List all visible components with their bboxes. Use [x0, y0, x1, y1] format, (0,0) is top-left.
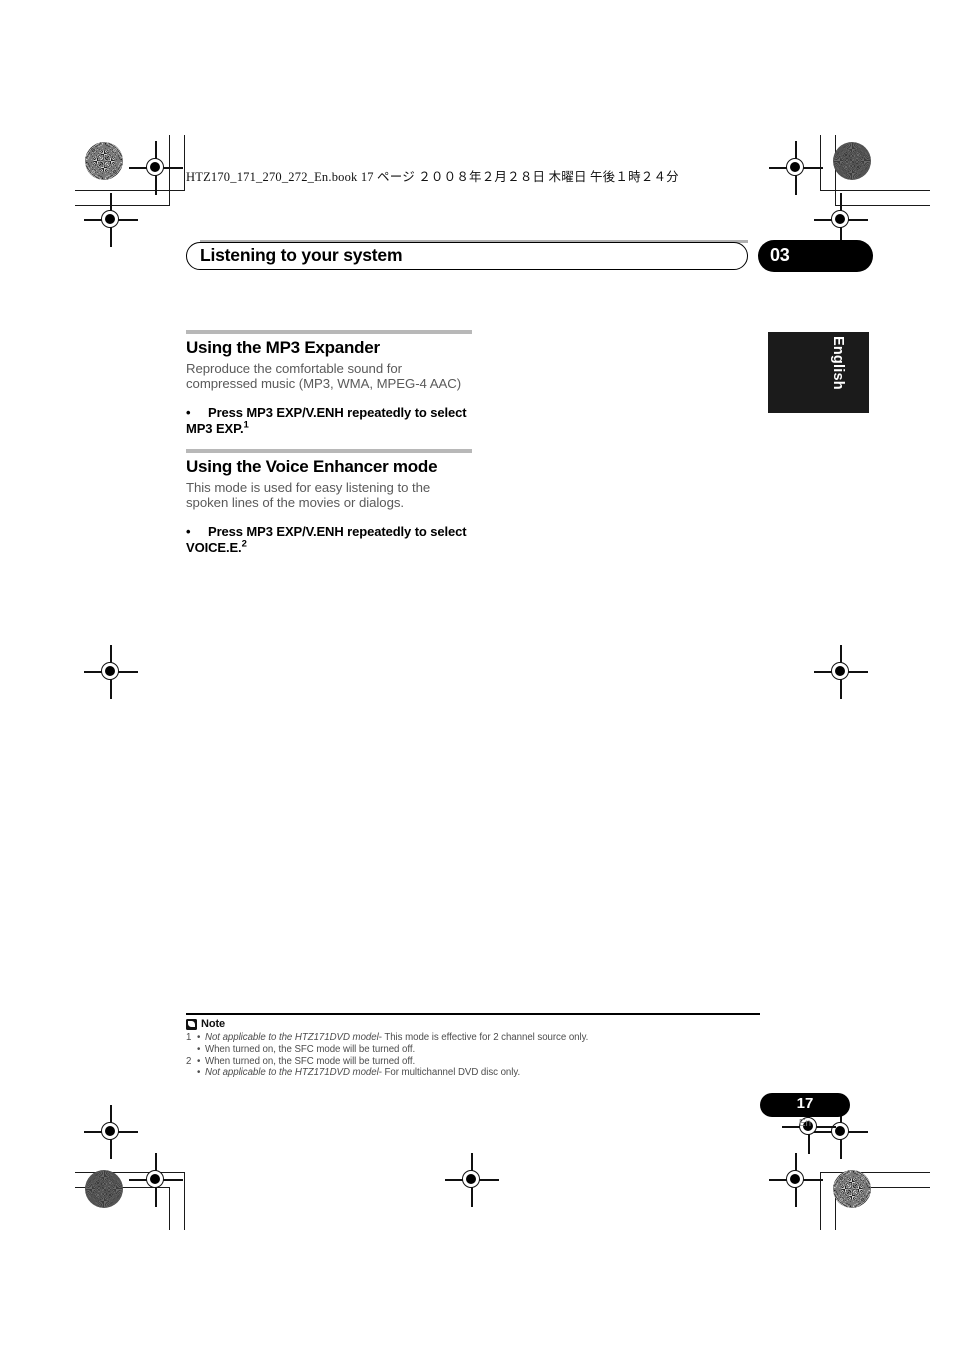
- crop-mark-top-right-v: [820, 135, 822, 191]
- crop-mark-top-right-h: [820, 190, 930, 192]
- footnote-text: When turned on, the SFC mode will be tur…: [205, 1043, 416, 1055]
- registration-target-mid-right: [814, 645, 868, 699]
- footnote-index: 1: [186, 1032, 192, 1043]
- density-patch-bottom-right: [833, 1170, 871, 1208]
- note-label: Note: [201, 1018, 226, 1030]
- step-footnote-ref: 1: [243, 419, 249, 431]
- prepress-slug: HTZ170_171_270_272_En.book 17 ページ ２００８年２…: [186, 170, 679, 184]
- step-text: Press MP3 EXP/V.ENH repeatedly to select…: [186, 523, 467, 555]
- step-text: Press MP3 EXP/V.ENH repeatedly to select…: [186, 404, 467, 436]
- registration-target-mid-left: [84, 645, 138, 699]
- footnote-model-note: Not applicable to the HTZ171DVD model: [205, 1067, 379, 1079]
- page-title: Listening to your system: [200, 245, 403, 265]
- step-bullet: •: [186, 404, 191, 420]
- note-separator-rule: [186, 1013, 760, 1015]
- manual-page: HTZ170_171_270_272_En.book 17 ページ ２００８年２…: [0, 0, 954, 1350]
- footnote-item: • When turned on, the SFC mode will be t…: [186, 1044, 766, 1056]
- footnote-bullet: •: [197, 1043, 201, 1055]
- section-body-text: Reproduce the comfortable sound for comp…: [186, 360, 462, 392]
- section-rule: [186, 330, 472, 334]
- instruction-step: • Press MP3 EXP/V.ENH repeatedly to selec…: [186, 524, 472, 556]
- crop-mark-bottom-right-v: [820, 1172, 822, 1230]
- registration-target-lower-left: [84, 1105, 138, 1159]
- footnote-bullet: •: [197, 1032, 201, 1043]
- registration-target-top-right: [769, 141, 823, 195]
- footnote-text: - For multichannel DVD disc only.: [378, 1067, 521, 1079]
- section-voice-enhancer: Using the Voice Enhancer mode This mode …: [186, 449, 472, 556]
- footnote-bullet: •: [197, 1055, 201, 1067]
- section-rule: [186, 449, 472, 453]
- density-patch-top-right: [833, 142, 871, 180]
- registration-target-bottom-center: [445, 1153, 499, 1207]
- registration-target-bottom-left: [129, 1153, 183, 1207]
- footnote-item: • Not applicable to the HTZ171DVD model …: [186, 1067, 766, 1079]
- section-heading: Using the Voice Enhancer mode: [186, 457, 438, 476]
- density-patch-top-left: [85, 142, 123, 180]
- section-mp3-expander: Using the MP3 Expander Reproduce the com…: [186, 330, 472, 437]
- footnote-item: 2 • When turned on, the SFC mode will be…: [186, 1056, 766, 1068]
- step-footnote-ref: 2: [241, 538, 247, 550]
- footnote-model-note: Not applicable to the HTZ171DVD model: [205, 1032, 379, 1043]
- footnote-bullet: •: [197, 1067, 201, 1079]
- note-icon: [186, 1018, 197, 1030]
- page-number: 17: [796, 1095, 814, 1112]
- crop-mark-bottom-left-v: [184, 1172, 186, 1230]
- registration-target-top-left: [129, 141, 183, 195]
- language-thumb-tab-label: English: [830, 336, 846, 390]
- note-header: Note: [186, 1018, 225, 1030]
- density-patch-bottom-left: [85, 1170, 123, 1208]
- step-bullet: •: [186, 523, 191, 539]
- footnote-item: 1 • Not applicable to the HTZ171DVD mode…: [186, 1032, 766, 1044]
- section-heading: Using the MP3 Expander: [186, 338, 380, 357]
- registration-target-upper-left: [84, 193, 138, 247]
- chapter-number: 03: [770, 245, 790, 265]
- registration-target-bottom-right: [769, 1153, 823, 1207]
- folio-language-code: En: [798, 1118, 812, 1129]
- footnote-text: When turned on, the SFC mode will be tur…: [205, 1055, 416, 1067]
- footnote-text: - This mode is effective for 2 channel s…: [378, 1032, 589, 1043]
- section-body-text: This mode is used for easy listening to …: [186, 479, 431, 511]
- footnote-index: 2: [186, 1055, 192, 1067]
- registration-target-upper-right: [814, 193, 868, 247]
- footnote-list: 1 • Not applicable to the HTZ171DVD mode…: [186, 1032, 766, 1079]
- instruction-step: • Press MP3 EXP/V.ENH repeatedly to selec…: [186, 405, 472, 437]
- crop-mark-bottom-right-h: [820, 1172, 930, 1174]
